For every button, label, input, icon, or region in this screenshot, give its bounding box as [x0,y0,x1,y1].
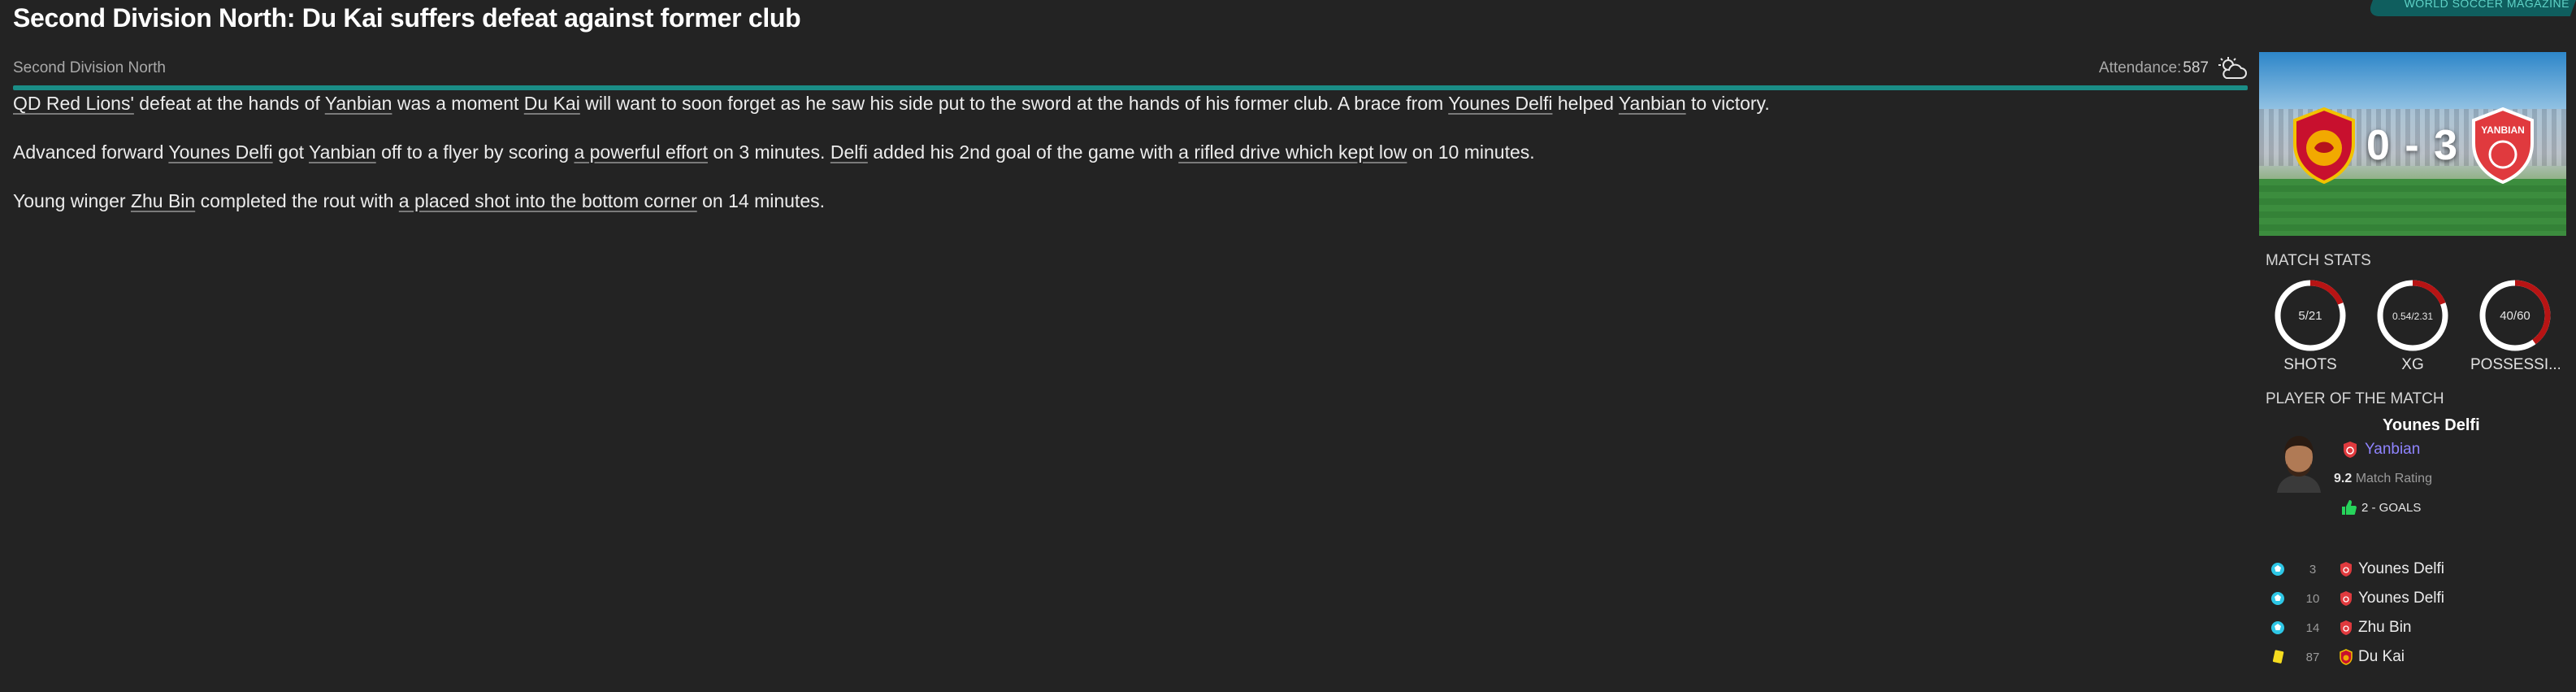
pitch [2259,179,2566,236]
away-crest-icon: YANBIAN [2472,107,2534,184]
partly-cloudy-icon [2218,57,2247,79]
text-span: Young winger [13,190,131,211]
match-events: 3 Younes Delfi 10 Younes Delfi 14 Zhu Bi… [2259,555,2566,672]
text-span: completed the rout with [195,190,399,211]
stat-label: POSSESSI... [2470,356,2560,373]
article-paragraph: Advanced forward Younes Delfi got Yanbia… [13,140,2240,164]
text-span: will want to soon forget as he saw his s… [579,93,1449,114]
text-span: helped [1552,93,1619,114]
competition-label[interactable]: Second Division North [13,59,166,77]
team-link[interactable]: Yanbian [325,93,392,114]
event-minute: 14 [2305,620,2320,635]
headline: Second Division North: Du Kai suffers de… [13,3,801,33]
player-link[interactable]: Zhu Bin [131,190,195,211]
stat-value: 40/60 [2500,309,2530,323]
potm-name[interactable]: Younes Delfi [2383,416,2480,435]
thumbs-up-icon [2342,500,2357,515]
stat-value: 0.54/2.31 [2392,311,2433,322]
text-span: to victory. [1685,93,1770,114]
stat-label: SHOTS [2283,356,2337,373]
text-span: on 3 minutes. [707,141,830,163]
player-of-match[interactable]: Younes Delfi Yanbian 9.2 Match Rating 2 … [2259,416,2566,538]
stat-label: XG [2401,356,2424,373]
yellow-card-icon [2266,650,2290,664]
goal-link[interactable]: a placed shot into the bottom corner [399,190,697,211]
event-minute: 3 [2309,562,2317,577]
text-span: off to a flyer by scoring [375,141,575,163]
text-span: got [272,141,309,163]
ball-icon [2266,591,2290,606]
player-link[interactable]: Du Kai [524,93,580,114]
match-meta: Attendance: 587 [2099,56,2248,81]
club-crest-icon [2344,442,2357,458]
event-player[interactable]: Younes Delfi [2358,590,2444,607]
team-crest-icon [2335,620,2357,636]
header-divider [13,85,2248,90]
event-row[interactable]: 87 Du Kai [2259,642,2566,672]
event-row[interactable]: 14 Zhu Bin [2259,613,2566,642]
rating-value: 9.2 [2334,472,2353,485]
match-stats: 5/21 SHOTS 0.54/2.31 XG 40/60 POSSESSI..… [2259,278,2566,374]
subheader: Second Division North Attendance: 587 [13,52,2248,85]
brand-label: WORLD SOCCER MAGAZINE [2404,0,2569,10]
attendance-label: Attendance: [2098,59,2182,76]
event-minute: 10 [2305,591,2320,606]
goal-link[interactable]: a powerful effort [574,141,708,163]
text-span: defeat at the hands of [133,93,325,114]
potm-rating: 9.2 Match Rating [2334,472,2432,486]
team-link[interactable]: QD Red Lions' [13,93,134,114]
match-stats-title: MATCH STATS [2266,252,2371,269]
event-row[interactable]: 10 Younes Delfi [2259,584,2566,613]
stat-value: 5/21 [2298,309,2322,323]
event-minute: 87 [2305,650,2320,664]
text-span: on 14 minutes. [696,190,825,211]
stat-xg[interactable]: 0.54/2.31 XG [2368,278,2457,374]
stat-ring: 40/60 [2479,280,2551,351]
player-link[interactable]: Younes Delfi [168,141,272,163]
potm-club[interactable]: Yanbian [2342,441,2420,459]
article-body: QD Red Lions' defeat at the hands of Yan… [13,91,2240,237]
stat-possession[interactable]: 40/60 POSSESSI... [2470,278,2560,374]
potm-club-name[interactable]: Yanbian [2365,441,2420,459]
potm-goals: 2 - GOALS [2340,499,2421,516]
event-player[interactable]: Zhu Bin [2358,619,2411,637]
player-avatar [2272,429,2326,493]
team-link[interactable]: Yanbian [1619,93,1686,114]
player-link[interactable]: Younes Delfi [1448,93,1552,114]
text-span: added his 2nd goal of the game with [867,141,1179,163]
event-row[interactable]: 3 Younes Delfi [2259,555,2566,584]
team-crest-icon [2335,561,2357,577]
team-crest-icon [2335,590,2357,607]
score-card[interactable]: 0 - 3 YANBIAN [2259,52,2566,236]
attendance-value: 587 [2183,59,2209,76]
ball-icon [2266,562,2290,577]
rating-label: Match Rating [2355,472,2432,485]
player-link[interactable]: Delfi [830,141,868,163]
away-crest-text: YANBIAN [2481,124,2525,136]
stat-ring: 0.54/2.31 [2377,280,2448,351]
article-paragraph: QD Red Lions' defeat at the hands of Yan… [13,91,2240,115]
match-summary-panel: 0 - 3 YANBIAN MATCH STATS 5/21 SHOTS 0.5… [2259,52,2566,672]
goals-text: 2 - GOALS [2361,500,2422,515]
goal-link[interactable]: a rifled drive which kept low [1178,141,1407,163]
text-span: Advanced forward [13,141,169,163]
team-link[interactable]: Yanbian [309,141,376,163]
event-player[interactable]: Du Kai [2358,648,2405,666]
text-span: on 10 minutes. [1407,141,1535,163]
stat-shots[interactable]: 5/21 SHOTS [2266,278,2355,374]
stat-ring: 5/21 [2275,280,2346,351]
event-player[interactable]: Younes Delfi [2358,560,2444,578]
ball-icon [2266,620,2290,635]
team-crest-icon [2335,649,2357,665]
potm-title: PLAYER OF THE MATCH [2266,390,2444,407]
article-paragraph: Young winger Zhu Bin completed the rout … [13,189,2240,213]
text-span: was a moment [392,93,524,114]
